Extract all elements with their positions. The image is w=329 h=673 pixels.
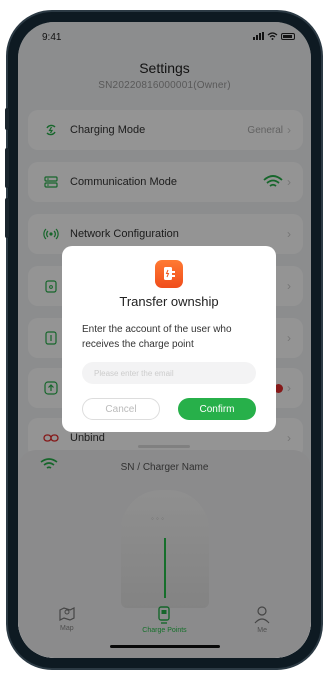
dialog-message: Enter the account of the user who receiv… <box>82 324 232 350</box>
screen: 9:41 Settings SN20220816000001(Owner) Ch… <box>18 22 311 658</box>
volume-up-button <box>5 148 9 188</box>
silent-switch <box>5 108 9 130</box>
app-logo-icon <box>155 260 183 288</box>
confirm-button[interactable]: Confirm <box>178 398 256 420</box>
dialog-title: Transfer ownship <box>119 294 219 309</box>
cancel-button[interactable]: Cancel <box>82 398 160 420</box>
email-input[interactable] <box>82 362 256 384</box>
volume-down-button <box>5 198 9 238</box>
transfer-ownership-dialog: Transfer ownship Enter the account of th… <box>62 246 276 432</box>
